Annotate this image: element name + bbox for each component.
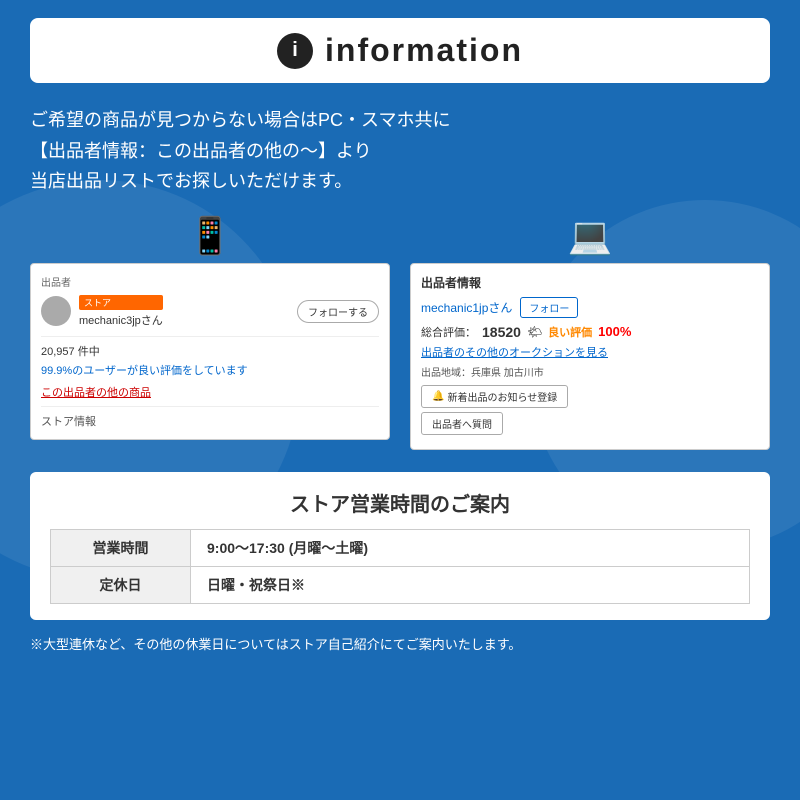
mobile-screenshot: 出品者 ストア mechanic3jpさん フォローする 20,957 件中 9…	[30, 263, 390, 440]
store-hours-section: ストア営業時間のご案内 営業時間9:00〜17:30 (月曜〜土曜)定休日日曜・…	[30, 472, 770, 620]
pc-screenshot: 出品者情報 mechanic1jpさん フォロー 総合評価： 18520 🌤 良…	[410, 263, 770, 450]
pc-follow-button[interactable]: フォロー	[520, 297, 578, 318]
other-items-link[interactable]: この出品者の他の商品	[41, 384, 379, 400]
hours-value: 9:00〜17:30 (月曜〜土曜)	[191, 529, 750, 566]
eval-label: 総合評価：	[421, 324, 476, 340]
store-badge: ストア	[79, 295, 163, 310]
location: 出品地域：兵庫県 加古川市	[421, 364, 759, 379]
eval-num: 18520	[482, 324, 521, 340]
auction-link[interactable]: 出品者のその他のオークションを見る	[421, 344, 759, 360]
pc-col: 💻 出品者情報 mechanic1jpさん フォロー 総合評価： 18520 🌤…	[410, 215, 770, 450]
footer-note: ※大型連休など、その他の休業日についてはストア自己紹介にてご案内いたします。	[30, 634, 770, 653]
good-label: 良い評価	[548, 324, 592, 340]
pc-icon: 💻	[568, 215, 613, 257]
hours-row: 定休日日曜・祝祭日※	[51, 566, 750, 603]
seller-name: mechanic3jpさん	[79, 315, 163, 327]
good-pct: 100%	[598, 324, 631, 339]
notification-btn[interactable]: 🔔 新着出品のお知らせ登録	[421, 385, 568, 408]
hours-row: 営業時間9:00〜17:30 (月曜〜土曜)	[51, 529, 750, 566]
mobile-icon: 📱	[188, 215, 233, 257]
count-text: 20,957 件中	[41, 343, 379, 359]
info-icon: i	[277, 33, 313, 69]
mobile-seller-row: ストア mechanic3jpさん フォローする	[41, 295, 379, 328]
hours-label: 営業時間	[51, 529, 191, 566]
mobile-section-label: 出品者	[41, 274, 379, 289]
rating-text: 99.9%のユーザーが良い評価をしています	[41, 362, 379, 378]
hours-label: 定休日	[51, 566, 191, 603]
header-box: i information	[30, 18, 770, 83]
store-info-link: ストア情報	[41, 413, 379, 429]
avatar	[41, 296, 71, 326]
screenshots-row: 📱 出品者 ストア mechanic3jpさん フォローする 20,957 件中…	[30, 215, 770, 450]
follow-button[interactable]: フォローする	[297, 300, 379, 323]
hours-value: 日曜・祝祭日※	[191, 566, 750, 603]
hours-table: 営業時間9:00〜17:30 (月曜〜土曜)定休日日曜・祝祭日※	[50, 529, 750, 604]
pc-seller-name: mechanic1jpさん	[421, 299, 512, 316]
question-btn[interactable]: 出品者へ質問	[421, 412, 503, 435]
intro-text: ご希望の商品が見つからない場合はPC・スマホ共に 【出品者情報：この出品者の他の…	[30, 105, 770, 197]
store-hours-title: ストア営業時間のご案内	[50, 488, 750, 517]
pc-section-label: 出品者情報	[421, 274, 759, 291]
header-title: information	[325, 32, 523, 69]
mobile-col: 📱 出品者 ストア mechanic3jpさん フォローする 20,957 件中…	[30, 215, 390, 440]
